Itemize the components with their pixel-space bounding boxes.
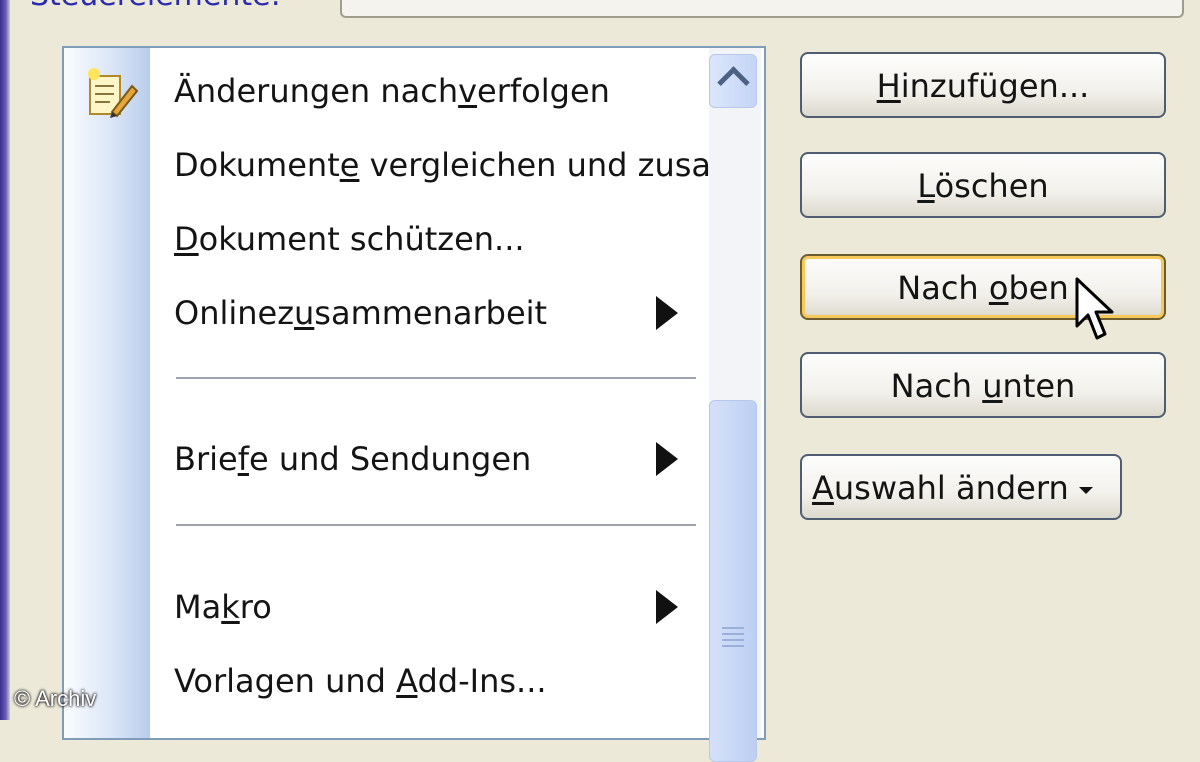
list-item-label-accel: u (294, 294, 315, 332)
list-item-letters-mailings[interactable]: Briefe und Sendungen (174, 434, 704, 484)
submenu-arrow-icon (656, 442, 678, 476)
watermark: © Archiv (14, 686, 97, 711)
list-item-label: sammenarbeit (314, 294, 548, 332)
list-item-label: dd-Ins... (417, 662, 547, 700)
section-label: Steuerelemente: (30, 0, 281, 13)
modify-selection-dropdown[interactable]: Auswahl ändern (800, 454, 1122, 520)
grip-line (722, 639, 744, 641)
menu-separator (176, 524, 696, 527)
list-item-label-accel: k (221, 588, 240, 626)
move-down-button[interactable]: Nach unten (800, 352, 1166, 418)
dropdown-arrow-icon (1078, 486, 1093, 494)
chevron-up-icon (717, 66, 750, 99)
list-item-label: erfolgen (477, 72, 610, 110)
top-field[interactable] (340, 0, 1184, 18)
commands-listbox[interactable]: Änderungen nachverfolgen Dokumente vergl… (62, 46, 766, 762)
submenu-arrow-icon (656, 296, 678, 330)
button-accel: o (988, 269, 1009, 307)
list-item-label: Brie (174, 440, 238, 478)
list-item-label-accel: v (458, 72, 478, 110)
list-item-label-accel: D (174, 220, 199, 258)
list-item-protect-document[interactable]: Dokument schützen... (174, 214, 704, 264)
menu-icon-strip (64, 48, 150, 738)
grip-line (722, 627, 744, 629)
list-item-label-accel: A (396, 662, 418, 700)
button-accel: u (982, 367, 1003, 405)
button-accel: A (812, 469, 834, 507)
button-label: nten (1002, 367, 1076, 405)
list-item-compare-documents[interactable]: Dokumente vergleichen und zusa (174, 140, 711, 190)
button-accel: H (876, 67, 901, 105)
mouse-cursor-icon (1075, 277, 1114, 340)
add-button[interactable]: Hinzufügen... (800, 52, 1166, 118)
scroll-up-button[interactable] (709, 54, 757, 108)
list-item-label: e und Sendungen (248, 440, 532, 478)
list-item-label-accel: f (237, 440, 249, 478)
list-item-macro[interactable]: Makro (174, 582, 704, 632)
grip-line (722, 633, 744, 635)
button-label: öschen (934, 167, 1049, 205)
list-item-label-accel: e (339, 146, 360, 184)
list-item-templates-addins[interactable]: Vorlagen und Add-Ins... (174, 656, 704, 706)
list-item-label: Dokument (174, 146, 340, 184)
list-item-online-collaboration[interactable]: Onlinezusammenarbeit (174, 288, 704, 338)
track-changes-icon (88, 68, 138, 118)
list-item-label: Änderungen nach (174, 72, 459, 110)
button-label: Nach (897, 269, 989, 307)
button-label: uswahl ändern (833, 469, 1069, 507)
submenu-arrow-icon (656, 590, 678, 624)
window-frame (0, 0, 10, 720)
delete-button[interactable]: Löschen (800, 152, 1166, 218)
list-item-label: okument schützen... (198, 220, 525, 258)
list-item-track-changes[interactable]: Änderungen nachverfolgen (174, 66, 704, 116)
grip-line (722, 645, 744, 647)
button-label: inzufügen... (900, 67, 1090, 105)
list-item-label: Ma (174, 588, 222, 626)
button-label: Nach (890, 367, 983, 405)
list-item-label: Onlinez (174, 294, 295, 332)
list-item-label: ro (239, 588, 272, 626)
menu-separator (176, 377, 696, 380)
list-item-label: Vorlagen und (174, 662, 397, 700)
button-accel: L (917, 167, 935, 205)
scrollbar-thumb[interactable] (709, 400, 757, 762)
list-item-label: vergleichen und zusa (359, 146, 712, 184)
button-label: ben (1008, 269, 1069, 307)
